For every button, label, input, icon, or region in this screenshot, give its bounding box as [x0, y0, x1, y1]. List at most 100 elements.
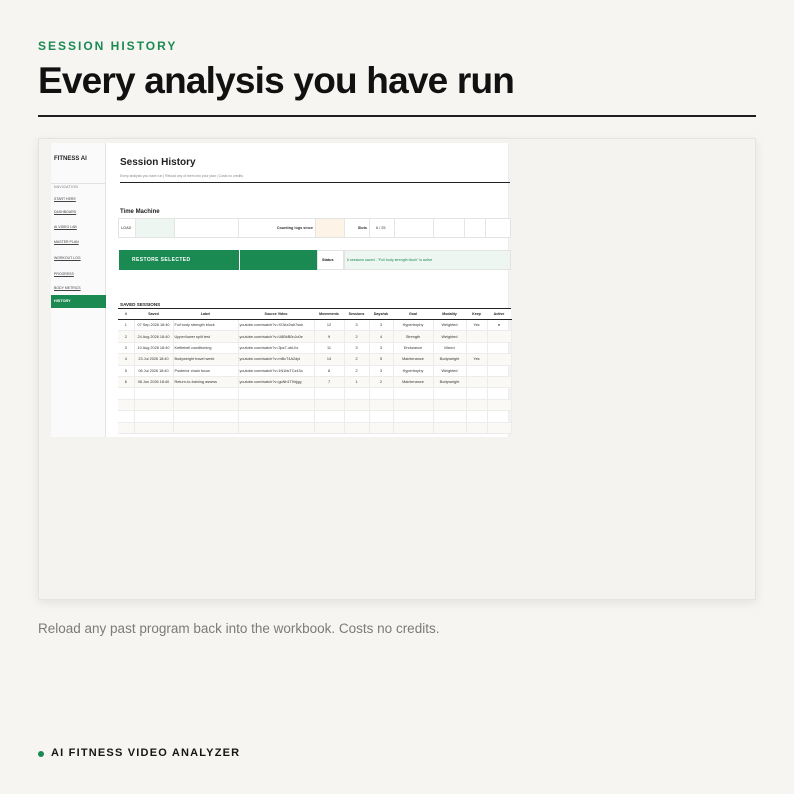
cell-number: 5 [118, 365, 135, 377]
time-machine-row: LOAD Counting logs since Slots 6 / 25 [118, 218, 511, 238]
cell-source-video: youtube.com/watch?v=U8BkB0nJo0e [238, 330, 315, 343]
table-row[interactable]: 5 06 Jul 2026 18:40 Posterior chain focu… [118, 365, 512, 377]
cell-source-video: youtube.com/watch?v=3ps7-obLIIx [238, 342, 315, 355]
cell-saved: 24 Aug 2026 18:40 [134, 330, 174, 343]
col-header-number: # [118, 308, 134, 320]
empty-row[interactable] [118, 387, 512, 400]
cell-source-video: youtube.com/watch?v=mBcT4A2dpl [238, 353, 315, 366]
col-header-days: Days/wk [369, 308, 393, 320]
slots-value-cell: 6 / 25 [370, 219, 395, 237]
cell-sessions: 3 [344, 342, 370, 355]
status-label: Status [322, 258, 334, 262]
cell-keep[interactable] [466, 365, 488, 377]
cell-label: Kettlebell conditioning [173, 342, 239, 355]
col-header-movements: Movements [314, 308, 344, 320]
cell-active[interactable] [487, 342, 512, 355]
cell-days: 3 [369, 365, 394, 377]
nav-item-master-plan[interactable]: MASTER PLAN [54, 240, 79, 244]
cell-modality: Bodyweight [433, 353, 467, 366]
status-value-cell: 6 sessions saved - "Full body strength b… [344, 250, 511, 270]
cell-source-video: youtube.com/watch?v=1N1bkTCz43o [238, 365, 315, 377]
cell-modality: Mixed [433, 342, 467, 355]
nav-item-progress[interactable]: PROGRESS [54, 272, 74, 276]
cell-label: Upper/lower split test [173, 330, 239, 343]
cell-keep[interactable] [466, 342, 488, 355]
col-header-label: Label [173, 308, 238, 320]
cell-saved: 23 Jul 2026 18:40 [134, 353, 174, 366]
restore-button-extension[interactable] [240, 250, 317, 270]
load-input[interactable] [136, 219, 175, 237]
cell-sessions: 2 [344, 330, 370, 343]
cell-keep[interactable] [466, 376, 488, 389]
load-blank [175, 219, 239, 237]
cell-movements: 7 [314, 376, 345, 389]
table-row[interactable]: 3 10 Aug 2026 18:40 Kettlebell condition… [118, 342, 512, 355]
cell-number: 4 [118, 353, 135, 366]
table-row[interactable]: 1 07 Sep 2026 18:40 Full body strength b… [118, 319, 512, 332]
saved-sessions-title: SAVED SESSIONS [120, 302, 161, 307]
nav-item-history[interactable]: HISTORY [51, 295, 106, 308]
empty-row[interactable] [118, 399, 512, 412]
cell-source-video: youtube.com/watch?v=XOAx2wk7snk [238, 319, 315, 332]
col-header-active: Active [487, 308, 511, 320]
cell-active[interactable] [487, 353, 512, 366]
cell-goal: Hypertrophy [393, 365, 434, 377]
table-row[interactable]: 2 24 Aug 2026 18:40 Upper/lower split te… [118, 330, 512, 343]
cell-keep[interactable] [466, 330, 488, 343]
cell-days: 2 [369, 376, 394, 389]
brand: FITNESS AI [54, 156, 87, 162]
tm-blank-1 [395, 219, 434, 237]
cell-active[interactable] [487, 365, 512, 377]
cell-sessions: 2 [344, 353, 370, 366]
cell-active[interactable] [487, 376, 512, 389]
screenshot-frame: FITNESS AI NAVIGATION START HERE DASHBOA… [38, 138, 756, 600]
cell-number: 6 [118, 376, 135, 389]
cell-goal: Hypertrophy [393, 319, 434, 332]
cell-sessions: 3 [344, 319, 370, 332]
status-value: 6 sessions saved - "Full body strength b… [347, 258, 433, 262]
nav-item-dashboard[interactable]: DASHBOARD [54, 210, 76, 214]
status-label-cell: Status [317, 250, 344, 270]
table-row[interactable]: 6 08 Jun 2026 18:40 Return-to-training a… [118, 376, 512, 389]
cell-sessions: 2 [344, 365, 370, 377]
footer-brand: AI FITNESS VIDEO ANALYZER [51, 747, 241, 759]
cell-label: Bodyweight travel week [173, 353, 239, 366]
nav-item-ai-video-lab[interactable]: AI VIDEO LAB [54, 225, 77, 229]
cell-goal: Maintenance [393, 353, 434, 366]
caption: Reload any past program back into the wo… [38, 621, 440, 636]
table-row[interactable]: 4 23 Jul 2026 18:40 Bodyweight travel we… [118, 353, 512, 366]
restore-selected-button[interactable]: RESTORE SELECTED [119, 250, 239, 270]
slots-value: 6 / 25 [376, 226, 386, 230]
load-label-cell: LOAD [119, 219, 136, 237]
cell-saved: 07 Sep 2026 18:40 [134, 319, 174, 332]
cell-active[interactable]: ● [487, 319, 512, 332]
saved-sessions-table: # Saved Label Source Video Movements Ses… [118, 308, 512, 434]
cell-movements: 11 [314, 342, 345, 355]
tm-blank-4 [486, 219, 510, 237]
title-rule [120, 182, 510, 183]
sheet-subtitle: Every analysis you have run | Reload any… [120, 174, 243, 178]
empty-row[interactable] [118, 422, 512, 434]
load-label: LOAD [121, 226, 132, 230]
headline: Every analysis you have run [38, 60, 515, 101]
cell-days: 3 [369, 319, 394, 332]
col-header-keep: Keep [466, 308, 487, 320]
col-header-modality: Modality [433, 308, 466, 320]
cell-goal: Strength [393, 330, 434, 343]
counting-label: Counting logs since [276, 226, 313, 230]
cell-days: 5 [369, 353, 394, 366]
nav-item-body-metrics[interactable]: BODY METRICS [54, 286, 81, 290]
counting-date-input[interactable] [316, 219, 345, 237]
cell-days: 4 [369, 330, 394, 343]
cell-keep[interactable]: Yes [466, 319, 488, 332]
brand-dot-icon [38, 751, 44, 757]
nav-item-start-here[interactable]: START HERE [54, 197, 76, 201]
sidebar-divider [51, 183, 106, 184]
empty-row[interactable] [118, 410, 512, 423]
cell-keep[interactable]: Yes [466, 353, 488, 366]
nav-item-workout-log[interactable]: WORKOUT LOG [54, 256, 81, 260]
cell-active[interactable] [487, 330, 512, 343]
cell-movements: 9 [314, 330, 345, 343]
counting-label-cell: Counting logs since [239, 219, 316, 237]
cell-modality: Weighted [433, 319, 467, 332]
